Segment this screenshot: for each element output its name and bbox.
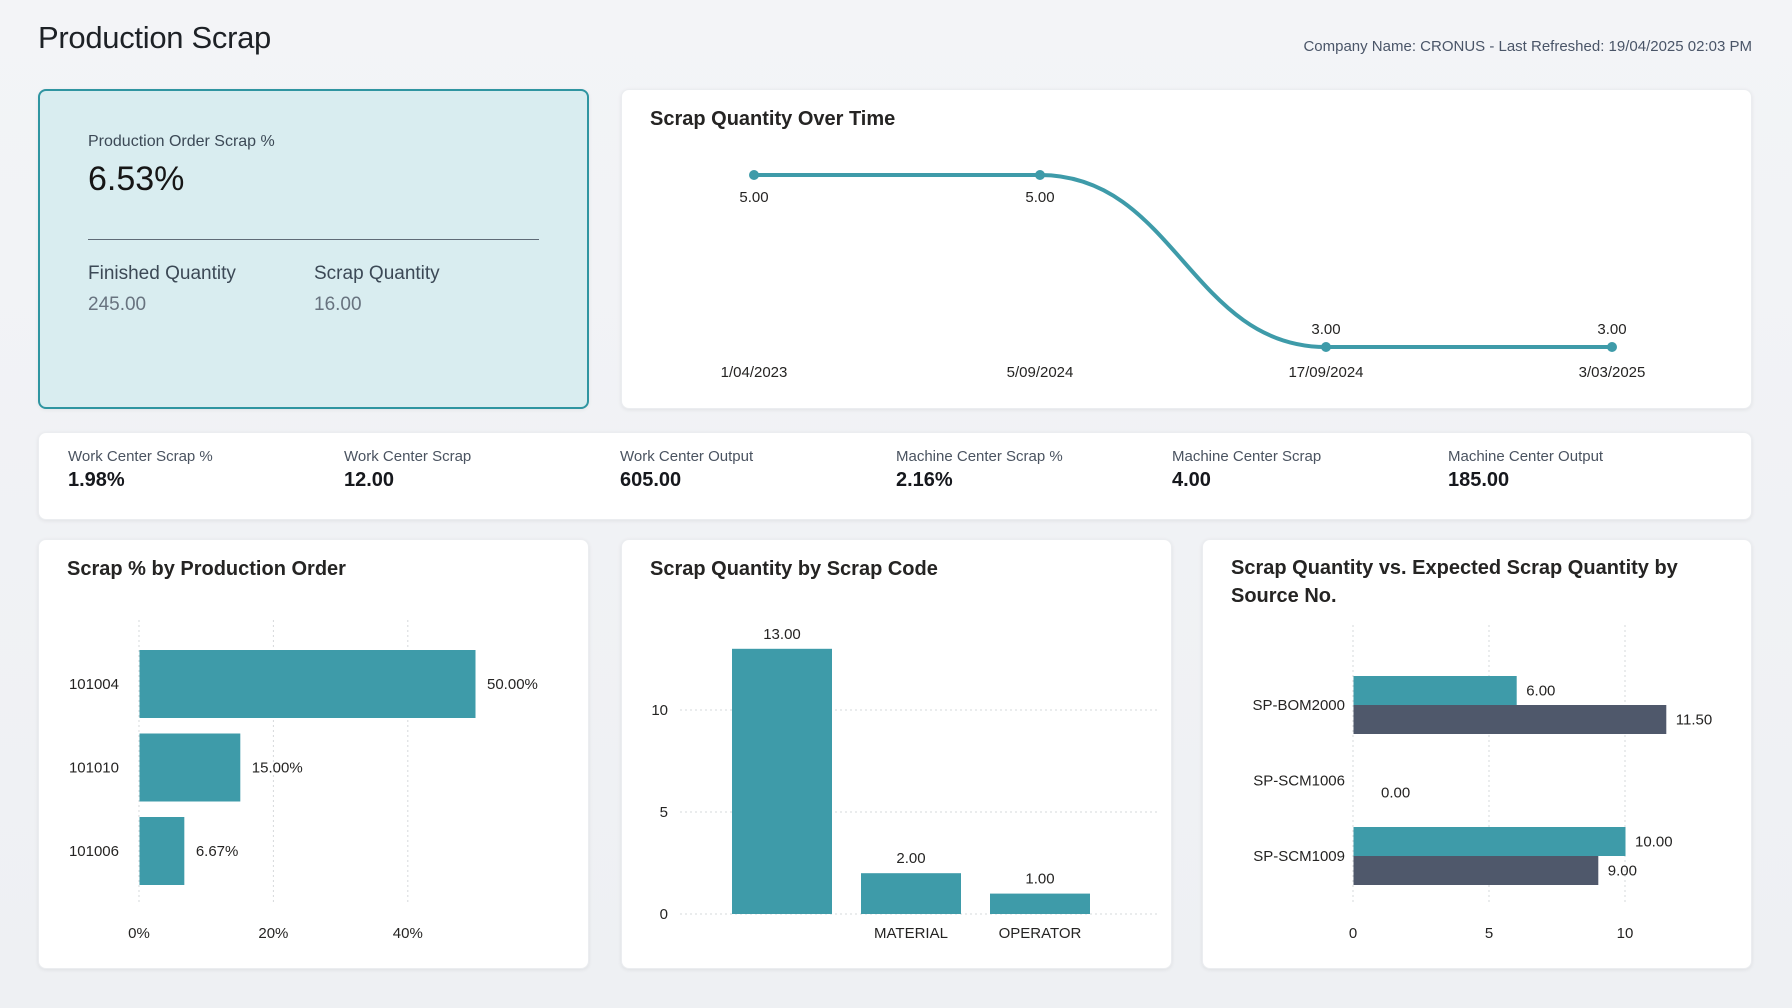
value-label: 2.00 (896, 850, 925, 867)
hbar-chart: 0% 20% 40% 101004 50.00% 101010 15.00% 101006 6.… (39, 540, 590, 970)
production-order-scrap-card[interactable]: Production Order Scrap % 6.53% Finished … (38, 89, 589, 409)
value-label: 3.00 (1311, 321, 1340, 338)
kpi-work-center-scrap[interactable]: Work Center Scrap 12.00 (344, 448, 620, 519)
kpi-work-center-output[interactable]: Work Center Output 605.00 (620, 448, 896, 519)
card-metrics: Finished Quantity 245.00 Scrap Quantity … (88, 263, 539, 316)
value-label: 6.67% (196, 843, 239, 860)
kpi-label: Machine Center Scrap % (896, 448, 1172, 465)
bar-blank[interactable] (732, 649, 832, 914)
axis-tick-label: 0 (660, 906, 668, 923)
finished-quantity-label: Finished Quantity (88, 263, 314, 285)
axis-tick-label: 5 (1485, 925, 1493, 942)
kpi-value: 12.00 (344, 469, 620, 492)
value-label: 1.00 (1025, 871, 1054, 888)
bar-101004[interactable] (140, 650, 476, 718)
axis-tick-label: 5 (660, 804, 668, 821)
zero-value-label: 0.00 (1381, 785, 1410, 802)
bar-MATERIAL[interactable] (861, 873, 961, 914)
finished-quantity-value: 245.00 (88, 294, 314, 316)
bar-scrap-SP-SCM1009[interactable] (1354, 827, 1626, 856)
value-label: 50.00% (487, 676, 538, 693)
kpi-value: 1.98% (68, 469, 344, 492)
value-label: 5.00 (739, 189, 768, 206)
kpi-machine-center-output[interactable]: Machine Center Output 185.00 (1448, 448, 1724, 519)
kpi-label: Work Center Scrap (344, 448, 620, 465)
category-label: MATERIAL (874, 925, 948, 942)
scrap-pct-by-production-order-panel[interactable]: Scrap % by Production Order 0% 20% 40% 1010… (38, 539, 589, 969)
scrap-vs-expected-by-source-panel[interactable]: Scrap Quantity vs. Expected Scrap Quanti… (1202, 539, 1752, 969)
x-axis-label: 17/09/2024 (1288, 364, 1363, 381)
value-label: 6.00 (1526, 683, 1555, 700)
kpi-label: Work Center Scrap % (68, 448, 344, 465)
line-chart-title: Scrap Quantity Over Time (650, 108, 895, 131)
kpi-work-center-scrap-pct[interactable]: Work Center Scrap % 1.98% (68, 448, 344, 519)
bar-expected-SP-BOM2000[interactable] (1354, 705, 1667, 734)
data-point[interactable] (1607, 342, 1617, 352)
kpi-value: 185.00 (1448, 469, 1724, 492)
column-chart-title: Scrap Quantity by Scrap Code (650, 558, 938, 581)
card-value: 6.53% (88, 160, 539, 199)
line-path (754, 175, 1612, 347)
category-label: SP-SCM1009 (1253, 848, 1345, 865)
x-axis-label: 3/03/2025 (1579, 364, 1646, 381)
value-label: 9.00 (1608, 863, 1637, 880)
kpi-machine-center-scrap-pct[interactable]: Machine Center Scrap % 2.16% (896, 448, 1172, 519)
column-chart: 0 5 10 13.00 2.00 MATERIAL 1.00 OPERATOR (622, 540, 1173, 970)
bar-101006[interactable] (140, 817, 185, 885)
value-label: 10.00 (1635, 834, 1673, 851)
category-label: 101010 (69, 760, 119, 777)
kpi-label: Machine Center Output (1448, 448, 1724, 465)
hbar-chart-title: Scrap % by Production Order (67, 558, 346, 581)
x-axis-label: 5/09/2024 (1007, 364, 1074, 381)
kpi-strip: Work Center Scrap % 1.98% Work Center Sc… (38, 432, 1752, 520)
value-label: 11.50 (1676, 712, 1712, 729)
grouped-chart-title: Scrap Quantity vs. Expected Scrap Quanti… (1231, 554, 1705, 610)
axis-tick-label: 0 (1349, 925, 1357, 942)
bar-expected-SP-SCM1009[interactable] (1354, 856, 1599, 885)
card-label: Production Order Scrap % (88, 133, 539, 151)
category-label: SP-BOM2000 (1252, 697, 1345, 714)
data-point[interactable] (749, 170, 759, 180)
data-point[interactable] (1035, 170, 1045, 180)
value-label: 3.00 (1597, 321, 1626, 338)
kpi-value: 2.16% (896, 469, 1172, 492)
category-label: 101004 (69, 676, 119, 693)
x-axis-label: 1/04/2023 (721, 364, 788, 381)
page-title: Production Scrap (38, 20, 271, 56)
kpi-value: 4.00 (1172, 469, 1448, 492)
scrap-quantity-by-scrap-code-panel[interactable]: Scrap Quantity by Scrap Code 0 5 10 13.00 2.… (621, 539, 1172, 969)
category-label: 101006 (69, 843, 119, 860)
scrap-quantity-value: 16.00 (314, 294, 440, 316)
axis-tick-label: 20% (258, 925, 288, 942)
bar-OPERATOR[interactable] (990, 894, 1090, 914)
axis-tick-label: 10 (651, 702, 668, 719)
bar-scrap-SP-BOM2000[interactable] (1354, 676, 1517, 705)
value-label: 13.00 (763, 626, 801, 643)
value-label: 15.00% (252, 760, 303, 777)
kpi-machine-center-scrap[interactable]: Machine Center Scrap 4.00 (1172, 448, 1448, 519)
category-label: SP-SCM1006 (1253, 773, 1345, 790)
bar-101010[interactable] (140, 734, 241, 802)
axis-tick-label: 40% (393, 925, 423, 942)
line-chart: 5.00 1/04/2023 5.00 5/09/2024 3.00 17/09/2024… (622, 90, 1753, 410)
kpi-label: Machine Center Scrap (1172, 448, 1448, 465)
value-label: 5.00 (1025, 189, 1054, 206)
company-refresh-info: Company Name: CRONUS - Last Refreshed: 1… (1303, 38, 1752, 55)
axis-tick-label: 0% (128, 925, 150, 942)
scrap-quantity-label: Scrap Quantity (314, 263, 440, 285)
category-label: OPERATOR (999, 925, 1082, 942)
finished-quantity-metric: Finished Quantity 245.00 (88, 263, 314, 316)
card-divider (88, 239, 539, 240)
kpi-value: 605.00 (620, 469, 896, 492)
kpi-label: Work Center Output (620, 448, 896, 465)
data-point[interactable] (1321, 342, 1331, 352)
axis-tick-label: 10 (1617, 925, 1634, 942)
scrap-quantity-over-time-panel[interactable]: Scrap Quantity Over Time 5.001/04/20235.… (621, 89, 1752, 409)
scrap-quantity-metric: Scrap Quantity 16.00 (314, 263, 440, 316)
